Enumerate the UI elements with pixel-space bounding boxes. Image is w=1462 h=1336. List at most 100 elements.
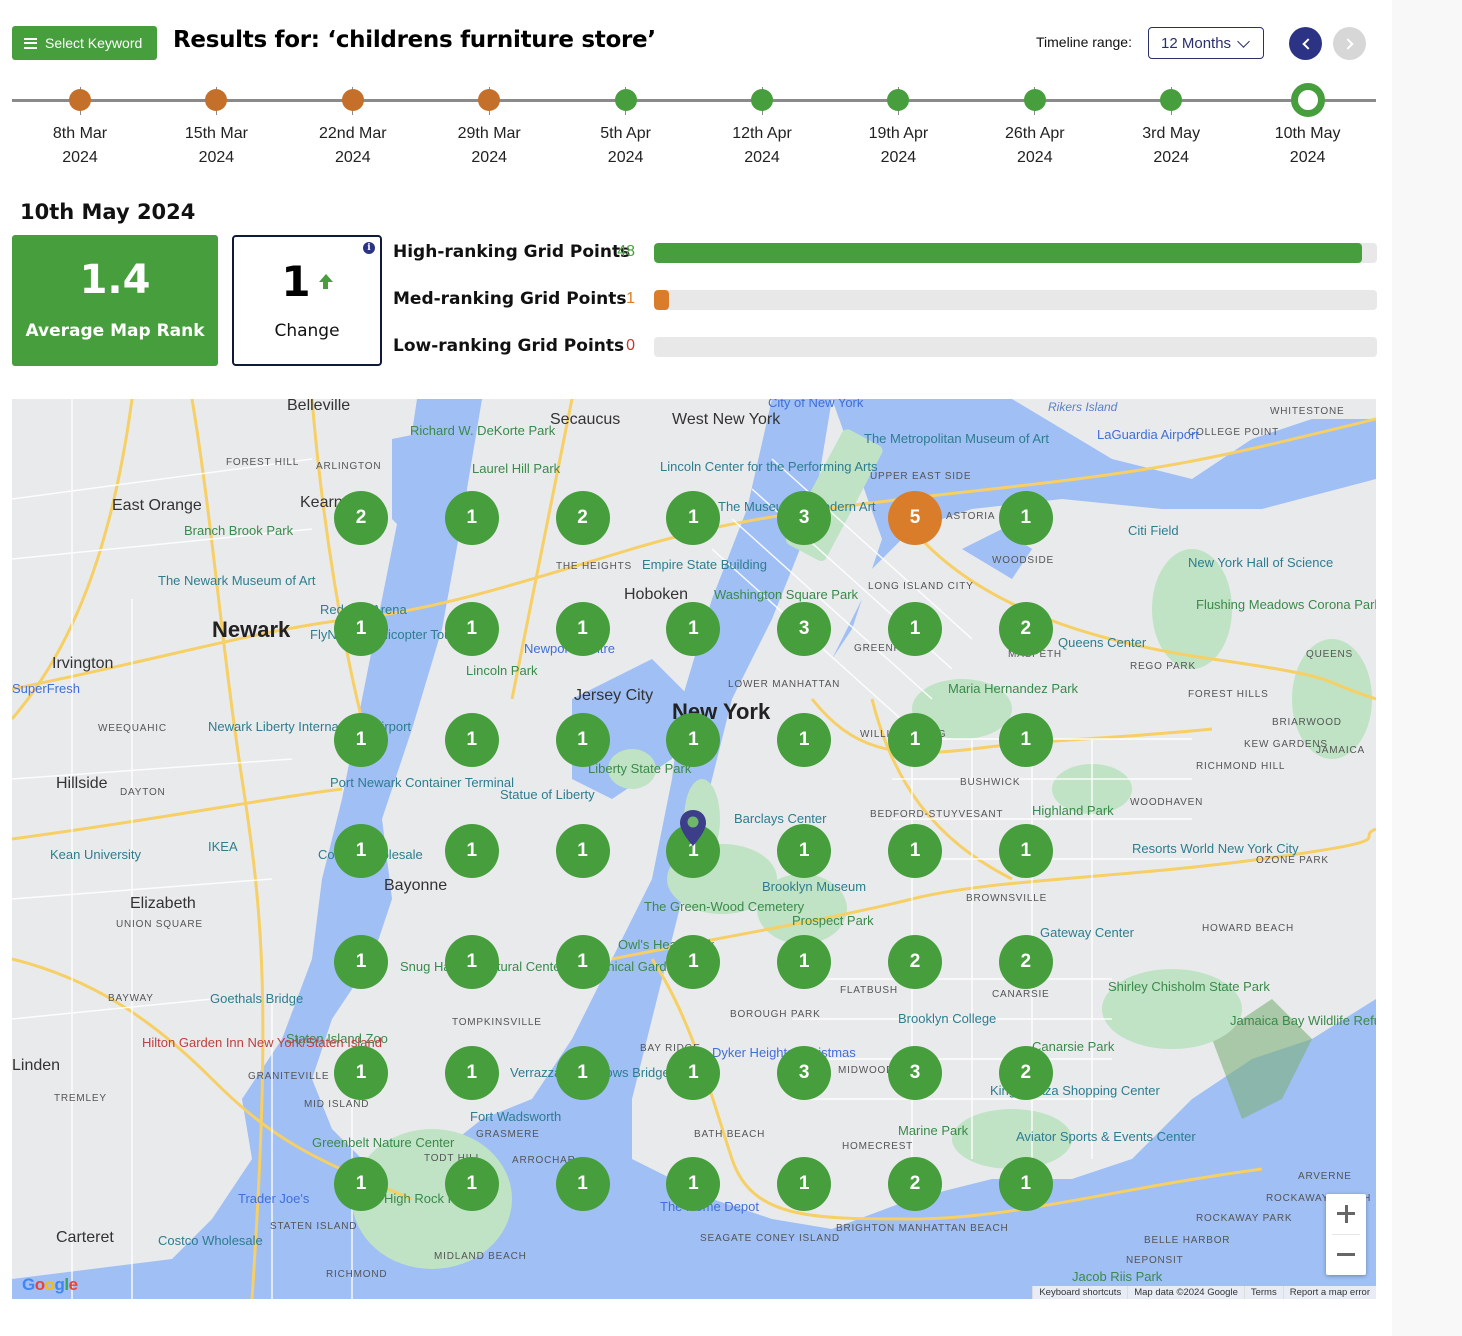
grid-point-marker[interactable]: 2 — [998, 602, 1053, 656]
keyboard-shortcuts-link[interactable]: Keyboard shortcuts — [1032, 1286, 1128, 1299]
timeline-dot[interactable] — [614, 89, 637, 111]
grid-point-marker[interactable]: 1 — [444, 1157, 499, 1211]
grid-point-marker[interactable]: 1 — [666, 713, 721, 767]
grid-point-marker[interactable]: 1 — [666, 491, 721, 545]
grid-point-marker[interactable]: 2 — [998, 1046, 1053, 1100]
report-map-error-link[interactable]: Report a map error — [1282, 1286, 1376, 1299]
grid-point-marker[interactable]: 3 — [777, 1046, 832, 1100]
map-label-lincoln: Lincoln Center for the Performing Arts — [660, 459, 878, 474]
grid-point-marker[interactable]: 1 — [998, 1157, 1053, 1211]
zoom-out-button[interactable] — [1326, 1235, 1366, 1275]
grid-point-marker[interactable]: 3 — [888, 1046, 942, 1100]
grid-point-marker[interactable]: 1 — [444, 1046, 499, 1100]
timeline-date: 3rd May — [1142, 125, 1201, 142]
grid-point-marker[interactable]: 1 — [444, 491, 499, 545]
grid-point-marker[interactable]: 1 — [777, 713, 832, 767]
map-label-trader-joes: Trader Joe's — [238, 1191, 310, 1206]
map-label-rockaway-park: ROCKAWAY PARK — [1196, 1213, 1293, 1224]
timeline-dot[interactable] — [751, 89, 773, 111]
grid-point-marker[interactable]: 1 — [777, 1157, 832, 1211]
grid-point-marker[interactable]: 1 — [334, 1157, 388, 1211]
terms-link[interactable]: Terms — [1243, 1286, 1283, 1299]
grid-point-marker[interactable]: 1 — [444, 602, 499, 656]
list-icon — [24, 37, 37, 49]
timeline-dot[interactable] — [1160, 89, 1183, 111]
grid-point-marker[interactable]: 1 — [777, 935, 832, 989]
grid-point-marker[interactable]: 1 — [998, 491, 1053, 545]
grid-point-marker[interactable]: 1 — [888, 602, 942, 656]
grid-point-marker[interactable]: 1 — [334, 1046, 388, 1100]
grid-point-marker[interactable]: 1 — [555, 602, 610, 656]
timeline-dot[interactable] — [1023, 89, 1046, 111]
timeline-date: 15th Mar — [184, 125, 248, 142]
map-data-text: Map data ©2024 Google — [1127, 1286, 1244, 1299]
map-label-belleville: Belleville — [287, 399, 351, 414]
grid-stats: High-ranking Grid Points 48 Med-ranking Gr… — [393, 240, 1377, 381]
grid-point-marker[interactable]: 1 — [998, 824, 1053, 878]
arrow-up-icon — [318, 273, 333, 290]
chevron-down-icon — [1237, 34, 1250, 48]
grid-point-marker[interactable]: 1 — [555, 1157, 610, 1211]
grid-point-marker[interactable]: 1 — [555, 935, 610, 989]
previous-button[interactable] — [1289, 27, 1322, 60]
timeline-date-label: 5th Apr 2024 — [566, 122, 686, 170]
grid-point-marker[interactable]: 1 — [555, 824, 610, 878]
grid-point-marker[interactable]: 2 — [334, 491, 388, 545]
grid-point-marker[interactable]: 1 — [334, 935, 388, 989]
map-label-resorts: Resorts World New York City — [1132, 841, 1299, 856]
grid-point-marker[interactable]: 1 — [666, 1046, 721, 1100]
grid-point-marker[interactable]: 1 — [998, 713, 1053, 767]
grid-point-marker[interactable]: 1 — [666, 935, 721, 989]
map-label-flatbush: FLATBUSH — [840, 985, 898, 996]
grid-point-marker[interactable]: 1 — [555, 1046, 610, 1100]
grid-point-marker[interactable]: 1 — [334, 602, 388, 656]
map[interactable]: Belleville Secaucus West New York City of N… — [12, 399, 1376, 1299]
map-label-gateway: Gateway Center — [1040, 925, 1134, 940]
timeline-dot[interactable] — [205, 89, 228, 111]
map-label-midland: MIDLAND BEACH — [434, 1251, 527, 1262]
timeline-dot[interactable] — [341, 89, 364, 111]
grid-stat-bar-fill — [654, 290, 670, 310]
timeline-date-label: 3rd May 2024 — [1111, 122, 1231, 170]
grid-point-marker[interactable]: 1 — [888, 824, 942, 878]
grid-point-marker[interactable]: 2 — [888, 935, 942, 989]
grid-point-marker[interactable]: 5 — [888, 491, 942, 545]
grid-point-marker[interactable]: 1 — [777, 824, 832, 878]
select-keyword-button[interactable]: Select Keyword — [12, 26, 157, 60]
grid-point-marker[interactable]: 1 — [666, 1157, 721, 1211]
grid-point-marker[interactable]: 1 — [444, 713, 499, 767]
next-button[interactable] — [1333, 27, 1366, 60]
info-icon[interactable]: i — [363, 242, 375, 254]
timeline-dot[interactable] — [478, 89, 501, 111]
timeline-date-label: 29th Mar 2024 — [429, 122, 549, 170]
grid-point-marker[interactable]: 2 — [555, 491, 610, 545]
grid-point-marker[interactable]: 1 — [555, 713, 610, 767]
grid-point-marker[interactable]: 1 — [888, 713, 942, 767]
grid-point-marker[interactable]: 3 — [777, 491, 832, 545]
map-label-hilton: Hilton Garden Inn New York/Staten Island — [142, 1035, 382, 1050]
grid-point-marker[interactable]: 2 — [888, 1157, 942, 1211]
map-label-port-newark: Port Newark Container Terminal — [330, 775, 514, 790]
map-label-lower-manhattan: LOWER MANHATTAN — [728, 679, 841, 690]
grid-point-marker[interactable]: 1 — [444, 935, 499, 989]
grid-point-marker[interactable]: 1 — [334, 824, 388, 878]
zoom-in-button[interactable] — [1326, 1194, 1366, 1234]
map-label-snug: Snug Harbor Cultural Center & Botanical … — [400, 959, 682, 974]
map-label-elizabeth: Elizabeth — [130, 895, 196, 912]
grid-point-marker[interactable]: 1 — [334, 713, 388, 767]
grid-point-marker[interactable]: 1 — [666, 602, 721, 656]
map-label-hoboken: Hoboken — [624, 586, 689, 603]
timeline-dot-active[interactable] — [1290, 83, 1325, 117]
map-label-queens-center: Queens Center — [1058, 635, 1147, 650]
grid-point-marker[interactable]: 1 — [444, 824, 499, 878]
business-location-pin-icon[interactable] — [680, 810, 706, 846]
timeline-range-select[interactable]: 12 Months — [1148, 27, 1264, 59]
timeline-date-label: 19th Apr 2024 — [838, 122, 958, 170]
grid-point-marker[interactable]: 3 — [777, 602, 832, 656]
timeline-dot[interactable] — [887, 89, 910, 111]
timeline-dot[interactable] — [69, 89, 91, 111]
map-label-highland: Highland Park — [1032, 803, 1114, 818]
grid-point-marker[interactable]: 2 — [998, 935, 1053, 989]
grid-stat-bar — [654, 243, 1377, 263]
map-label-west-new-york: West New York — [672, 411, 781, 428]
